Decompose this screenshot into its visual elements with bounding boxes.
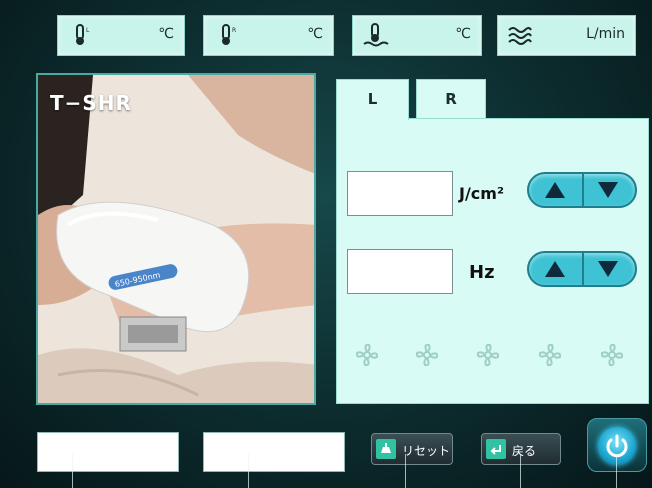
sensor-temp-1: L ℃ xyxy=(57,15,185,56)
thermometer-icon: R xyxy=(222,24,236,45)
reset-label: リセット xyxy=(402,444,451,458)
energy-input[interactable] xyxy=(347,171,453,216)
frequency-unit: Hz xyxy=(469,262,495,283)
sensor-water-temp: ℃ xyxy=(352,15,482,56)
energy-down-button[interactable] xyxy=(582,174,635,206)
divider xyxy=(520,454,521,488)
tab-label: L xyxy=(367,90,378,108)
energy-up-button[interactable] xyxy=(529,174,584,206)
frequency-up-button[interactable] xyxy=(529,253,584,285)
divider xyxy=(405,454,406,488)
svg-text:L: L xyxy=(86,27,90,34)
fan-icon xyxy=(538,343,562,367)
frequency-down-button[interactable] xyxy=(582,253,635,285)
water-temperature-icon xyxy=(363,23,389,47)
power-button[interactable] xyxy=(587,418,647,472)
tab-left[interactable]: L xyxy=(336,79,409,120)
triangle-up-icon xyxy=(545,182,565,198)
reset-button[interactable]: リセット xyxy=(371,433,453,465)
tab-right[interactable]: R xyxy=(416,79,486,120)
back-button[interactable]: 戻る xyxy=(481,433,561,465)
handpiece-title: T−SHR xyxy=(50,91,132,115)
back-label: 戻る xyxy=(512,444,537,458)
handpiece-illustration: 650-950nm xyxy=(38,75,314,403)
triangle-down-icon xyxy=(598,261,618,277)
svg-text:R: R xyxy=(232,27,236,34)
power-icon xyxy=(598,427,636,465)
divider xyxy=(616,454,617,488)
triangle-up-icon xyxy=(545,261,565,277)
triangle-down-icon xyxy=(598,182,618,198)
sensor-water-flow: L/min xyxy=(497,15,636,56)
sensor-temp-2: R ℃ xyxy=(203,15,334,56)
sensor-unit: ℃ xyxy=(455,26,471,42)
sensor-unit: L/min xyxy=(586,26,625,42)
bottom-display-1 xyxy=(37,432,179,472)
frequency-stepper xyxy=(527,251,637,287)
fan-icon xyxy=(415,343,439,367)
energy-stepper xyxy=(527,172,637,208)
back-icon xyxy=(486,439,506,459)
sensor-unit: ℃ xyxy=(158,26,174,42)
reset-icon xyxy=(376,439,396,459)
fan-icon xyxy=(600,343,624,367)
thermometer-icon: L xyxy=(76,24,90,45)
handpiece-photo: 650-950nm T−SHR xyxy=(36,73,316,405)
sensor-unit: ℃ xyxy=(307,26,323,42)
frequency-input[interactable] xyxy=(347,249,453,294)
energy-unit: J/cm² xyxy=(459,184,504,203)
tab-label: R xyxy=(445,90,457,108)
fan-icon xyxy=(476,343,500,367)
water-flow-icon xyxy=(508,27,532,45)
divider xyxy=(248,454,249,488)
bottom-display-2 xyxy=(203,432,345,472)
divider xyxy=(72,454,73,488)
fan-icon xyxy=(355,343,379,367)
